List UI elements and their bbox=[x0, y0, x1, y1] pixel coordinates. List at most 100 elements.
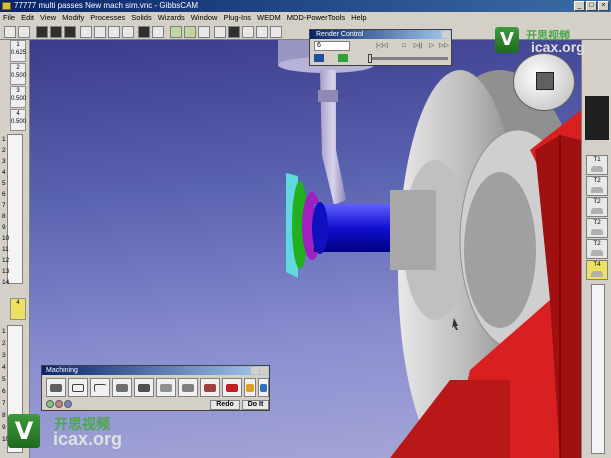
maximize-button[interactable]: □ bbox=[586, 1, 597, 11]
render-mode-icon[interactable] bbox=[314, 54, 324, 62]
ruler-number: 12 bbox=[2, 257, 10, 264]
toolbar-axis-icon[interactable] bbox=[122, 26, 134, 38]
toolbar-wire-icon[interactable] bbox=[64, 26, 76, 38]
play-button[interactable]: ▷ bbox=[426, 41, 438, 51]
left-slot-3[interactable]: 3 0.500 bbox=[10, 86, 26, 108]
redo-button[interactable]: Redo bbox=[210, 400, 240, 410]
left-slot-2[interactable]: 2 0.500 bbox=[10, 63, 26, 85]
machining-title: Machining bbox=[42, 366, 269, 375]
mill-process-button[interactable] bbox=[178, 378, 198, 397]
ruler-number: 13 bbox=[2, 268, 10, 275]
toolbar-render-icon[interactable] bbox=[138, 26, 150, 38]
tool-slot-1[interactable]: T1 bbox=[586, 155, 608, 175]
drill-process-button[interactable] bbox=[134, 378, 154, 397]
red-base bbox=[390, 380, 510, 458]
ruler-number: 14 bbox=[2, 279, 10, 286]
tool-slot-5[interactable]: T2 bbox=[586, 239, 608, 259]
menu-wedm[interactable]: WEDM bbox=[254, 12, 284, 24]
toolbar-solid-icon[interactable] bbox=[170, 26, 182, 38]
status-red-icon[interactable] bbox=[55, 400, 63, 408]
toolbar-point-icon[interactable] bbox=[94, 26, 106, 38]
step-button[interactable]: ▷|| bbox=[412, 41, 424, 51]
ruler-number: 7 bbox=[2, 202, 6, 209]
toolbar-rotate-icon[interactable] bbox=[242, 26, 254, 38]
toolbar-help-icon[interactable] bbox=[270, 26, 282, 38]
toolbar-pan-icon[interactable] bbox=[228, 26, 240, 38]
status-green-icon[interactable] bbox=[46, 400, 54, 408]
window-title: 77777 multi passes New mach sim.vnc - Gi… bbox=[14, 1, 199, 10]
menu-view[interactable]: View bbox=[37, 12, 59, 24]
toolbar-box-icon[interactable] bbox=[80, 26, 92, 38]
watermark-logo-bottom: V bbox=[8, 414, 40, 448]
stop-button[interactable]: □ bbox=[398, 41, 410, 51]
minimize-button[interactable]: _ bbox=[574, 1, 585, 11]
ruler-number: 3 bbox=[2, 158, 6, 165]
do-it-button[interactable]: Do It bbox=[242, 400, 269, 410]
menu-help[interactable]: Help bbox=[348, 12, 369, 24]
lathe-process-button[interactable] bbox=[200, 378, 220, 397]
contour-process-button[interactable] bbox=[68, 378, 88, 397]
left-slot-4[interactable]: 4 0.500 bbox=[10, 109, 26, 131]
thread-process-button[interactable] bbox=[156, 378, 176, 397]
menu-edit[interactable]: Edit bbox=[18, 12, 37, 24]
toolbar-flag-icon[interactable] bbox=[256, 26, 268, 38]
view-orientation-dial[interactable] bbox=[513, 53, 575, 111]
tool-slot-3[interactable]: T2 bbox=[586, 197, 608, 217]
toolbar-plane-icon[interactable] bbox=[108, 26, 120, 38]
minimize-icon[interactable] bbox=[251, 367, 259, 374]
window-controls: _ □ × bbox=[574, 1, 609, 11]
ruler-number: 5 bbox=[2, 180, 6, 187]
ruler-number: 11 bbox=[2, 246, 9, 253]
toolbar-cut-icon[interactable] bbox=[184, 26, 196, 38]
watermark-logo-top: V bbox=[495, 27, 519, 53]
ruler-number: 3 bbox=[2, 352, 6, 359]
toolbar-zoom-icon[interactable] bbox=[214, 26, 226, 38]
step-input[interactable]: 6 bbox=[314, 41, 350, 51]
tool-slot-2[interactable]: T2 bbox=[586, 176, 608, 196]
ruler-number: 9 bbox=[2, 224, 6, 231]
main-toolbar bbox=[0, 24, 611, 40]
close-icon[interactable] bbox=[260, 367, 268, 374]
ruler-number: 8 bbox=[2, 213, 6, 220]
ruler-number: 4 bbox=[2, 364, 6, 371]
view-cube-icon[interactable] bbox=[536, 72, 554, 90]
toolbar-shade-icon[interactable] bbox=[50, 26, 62, 38]
verify-button[interactable] bbox=[258, 378, 269, 397]
rewind-button[interactable]: |◁◁ bbox=[376, 41, 388, 51]
menu-plugins[interactable]: Plug-Ins bbox=[220, 12, 254, 24]
close-icon[interactable] bbox=[442, 31, 450, 38]
app-icon bbox=[2, 2, 11, 10]
tool-path-button[interactable] bbox=[222, 378, 242, 397]
fast-forward-button[interactable]: ▷▷ bbox=[438, 41, 450, 51]
points-process-button[interactable] bbox=[46, 378, 66, 397]
left-slot-1[interactable]: 1 0.625 bbox=[10, 40, 26, 62]
menu-processes[interactable]: Processes bbox=[87, 12, 128, 24]
left-active-slot[interactable]: 4 bbox=[10, 298, 26, 320]
profile-process-button[interactable] bbox=[90, 378, 110, 397]
gibbscam-window: 77777 multi passes New mach sim.vnc - Gi… bbox=[0, 0, 611, 458]
tool-slot-6-active[interactable]: T4 bbox=[586, 260, 608, 280]
menu-solids[interactable]: Solids bbox=[128, 12, 154, 24]
ruler-number: 2 bbox=[2, 340, 6, 347]
menu-window[interactable]: Window bbox=[188, 12, 221, 24]
menu-modify[interactable]: Modify bbox=[59, 12, 87, 24]
toolbar-part-icon[interactable] bbox=[36, 26, 48, 38]
menu-wizards[interactable]: Wizards bbox=[155, 12, 188, 24]
speed-slider-track[interactable] bbox=[370, 57, 448, 60]
ruler-number: 2 bbox=[2, 147, 6, 154]
blue-workpiece-end bbox=[312, 202, 328, 254]
menu-file[interactable]: File bbox=[0, 12, 18, 24]
toolbar-stock-icon[interactable] bbox=[198, 26, 210, 38]
render-mode-icons[interactable] bbox=[585, 96, 609, 140]
rough-process-button[interactable] bbox=[112, 378, 132, 397]
menu-mdd-powertools[interactable]: MDD-PowerTools bbox=[284, 12, 348, 24]
toolbar-select-icon[interactable] bbox=[18, 26, 30, 38]
cutter-icon[interactable] bbox=[338, 54, 348, 62]
speed-slider-thumb[interactable] bbox=[368, 54, 372, 63]
post-button[interactable] bbox=[244, 378, 256, 397]
status-blue-icon[interactable] bbox=[64, 400, 72, 408]
tool-slot-4[interactable]: T2 bbox=[586, 218, 608, 238]
close-button[interactable]: × bbox=[598, 1, 609, 11]
toolbar-grid-icon[interactable] bbox=[4, 26, 16, 38]
toolbar-view-icon[interactable] bbox=[152, 26, 164, 38]
